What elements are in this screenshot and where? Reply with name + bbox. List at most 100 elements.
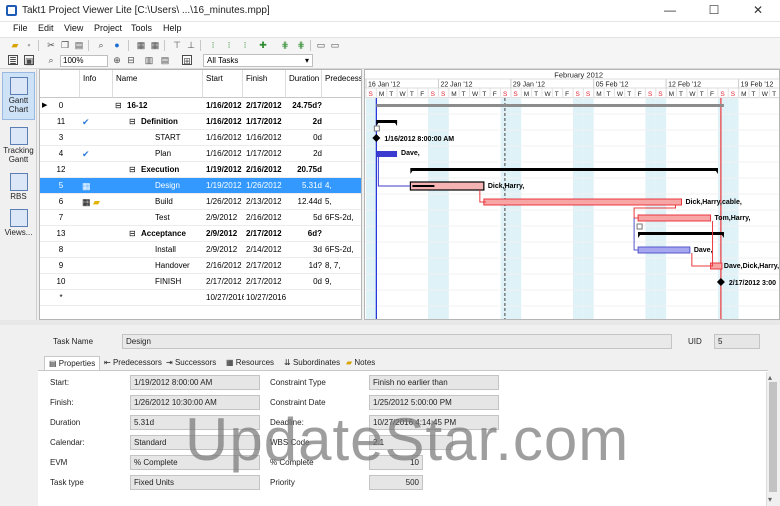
task-start: 1/16/2012 <box>206 149 242 158</box>
gantt-chart[interactable]: February 2012 16 Jan '12 22 Jan '12 29 Jan … <box>364 69 780 320</box>
zoom-icon[interactable]: ⌕ <box>46 55 56 65</box>
property-field[interactable]: 500 <box>369 475 423 490</box>
property-label: Calendar: <box>50 438 85 447</box>
row-id: 4 <box>58 149 64 158</box>
header-name[interactable]: Name <box>113 70 203 98</box>
table-row[interactable]: 6 ▦ ▰ Build 1/26/2012 2/13/2012 12.44d 5, <box>40 194 361 210</box>
filter-icon[interactable]: ⊞ <box>182 55 192 66</box>
minimize-button[interactable]: — <box>648 0 692 22</box>
menu-file[interactable]: File <box>13 23 28 33</box>
zoom-in-icon[interactable]: ⊕ <box>112 55 122 65</box>
task-start: 2/9/2012 <box>206 213 238 222</box>
table-row[interactable]: 9 Handover 2/16/2012 2/17/2012 1d? 8, 7, <box>40 258 361 274</box>
task-grid[interactable]: Info Name Start Finish Duration Predeces… <box>39 69 362 320</box>
outline-icon[interactable]: ⁝ <box>240 40 250 50</box>
paste-icon[interactable]: ▤ <box>74 40 84 50</box>
collapse-icon[interactable]: ⁝ <box>224 40 234 50</box>
header-predecessors[interactable]: Predecess <box>322 70 361 98</box>
tab-resources[interactable]: ▦ Resources <box>222 356 278 370</box>
scrollbar-thumb[interactable] <box>769 382 777 492</box>
scroll-up-icon[interactable]: ▴ <box>768 373 772 382</box>
day-label: S <box>369 91 374 98</box>
task-predecessors <box>325 130 361 146</box>
task-duration: 24.75d? <box>292 101 322 110</box>
task-name-field[interactable]: Design <box>122 334 672 349</box>
grid-view-icon[interactable]: ≣ <box>8 55 18 66</box>
table-row[interactable]: 8 Install 2/9/2012 2/14/2012 3d 6FS-2d, <box>40 242 361 258</box>
detail-view-icon[interactable]: ▣ <box>24 55 34 66</box>
indent-icon[interactable]: ▦ <box>136 40 146 50</box>
tab-predecessors[interactable]: ⇤ Predecessors <box>100 356 166 370</box>
task-finish: 1/26/2012 <box>246 181 282 190</box>
resources-icon: ▦ <box>226 358 236 367</box>
header-start[interactable]: Start <box>203 70 243 98</box>
table-row[interactable]: 11 ✔ ⊟ Definition 1/16/2012 1/17/2012 2d <box>40 114 361 130</box>
align-top-icon[interactable]: ⊤ <box>172 40 182 50</box>
outdent-icon[interactable]: ▦ <box>150 40 160 50</box>
view-tracking-gantt[interactable]: Tracking Gantt <box>2 125 35 169</box>
property-field[interactable]: Fixed Units <box>130 475 260 490</box>
align-bottom-icon[interactable]: ⊥ <box>186 40 196 50</box>
zoom-out-icon[interactable]: ⊟ <box>126 55 136 65</box>
header-duration[interactable]: Duration <box>286 70 322 98</box>
filter-select[interactable]: All Tasks ▾ <box>203 54 313 67</box>
tab-successors[interactable]: ⇥ Successors <box>162 356 220 370</box>
help-icon[interactable]: ● <box>112 40 122 50</box>
check-icon: ✔ <box>82 149 90 159</box>
table-row[interactable]: 5 ▦ Design 1/19/2012 1/26/2012 5.31d 4, <box>40 178 361 194</box>
copy-icon[interactable]: ❐ <box>60 40 70 50</box>
save-icon[interactable]: ▪ <box>24 40 34 50</box>
table-row[interactable]: 10 FINISH 2/17/2012 2/17/2012 0d 9, <box>40 274 361 290</box>
find-icon[interactable]: ⌕ <box>96 40 106 50</box>
tab-notes[interactable]: ▰ Notes <box>342 356 379 370</box>
task-finish: 1/17/2012 <box>246 117 282 126</box>
tab-subordinates[interactable]: ⇊ Subordinates <box>280 356 344 370</box>
scroll-to-task-icon[interactable]: ⋕ <box>280 40 290 50</box>
cut-icon[interactable]: ✂ <box>46 40 56 50</box>
timescale-zoom-icon[interactable]: ▭ <box>330 40 340 50</box>
property-label: Constraint Type <box>270 378 326 387</box>
nonworking-day <box>655 98 667 319</box>
task-duration: 3d <box>313 245 322 254</box>
layout-icon[interactable]: ▥ <box>144 55 154 65</box>
split-icon[interactable]: ▤ <box>160 55 170 65</box>
goto-icon[interactable]: ⋕ <box>296 40 306 50</box>
uid-field[interactable]: 5 <box>714 334 760 349</box>
gantt-chart-icon <box>9 77 28 95</box>
table-row[interactable]: 7 Test 2/9/2012 2/16/2012 5d 6FS-2d, <box>40 210 361 226</box>
timescale-icon[interactable]: ▭ <box>316 40 326 50</box>
menu-project[interactable]: Project <box>94 23 122 33</box>
menu-help[interactable]: Help <box>163 23 182 33</box>
property-field[interactable]: Finish no earlier than <box>369 375 499 390</box>
task-name <box>127 290 207 306</box>
property-field[interactable]: 1/19/2012 8:00:00 AM <box>130 375 260 390</box>
collapse-icon: ⊟ <box>129 165 136 174</box>
header-info[interactable]: Info <box>80 70 113 98</box>
expand-icon[interactable]: ⁝ <box>208 40 218 50</box>
table-row[interactable]: 0 ▶ ⊟ 16-12 1/16/2012 2/17/2012 24.75d? <box>40 98 361 114</box>
table-row[interactable]: 12 ⊟ Execution 1/19/2012 2/16/2012 20.75d <box>40 162 361 178</box>
collapse-icon: ⊟ <box>129 117 136 126</box>
view-more[interactable]: Views... <box>2 209 35 241</box>
table-row[interactable]: 13 ⊟ Acceptance 2/9/2012 2/17/2012 6d? <box>40 226 361 242</box>
table-row[interactable]: 4 ✔ Plan 1/16/2012 1/17/2012 2d <box>40 146 361 162</box>
view-gantt-chart[interactable]: Gantt Chart <box>2 72 35 120</box>
menu-tools[interactable]: Tools <box>131 23 152 33</box>
header-finish[interactable]: Finish <box>243 70 286 98</box>
zoom-select[interactable]: 100% <box>60 55 108 67</box>
open-icon[interactable]: ▰ <box>10 40 20 50</box>
menu-edit[interactable]: Edit <box>38 23 54 33</box>
menu-view[interactable]: View <box>64 23 83 33</box>
table-row[interactable]: 3 START 1/16/2012 1/16/2012 0d <box>40 130 361 146</box>
view-rbs[interactable]: RBS <box>2 173 35 205</box>
table-row[interactable]: * 10/27/2016 10/27/2016 <box>40 290 361 306</box>
close-button[interactable]: ✕ <box>736 0 780 22</box>
summary-bar <box>410 168 718 171</box>
scroll-down-icon[interactable]: ▾ <box>768 495 772 504</box>
maximize-button[interactable]: ☐ <box>692 0 736 22</box>
day-label: S <box>503 91 508 98</box>
show-level-icon[interactable]: ✚ <box>258 40 268 50</box>
task-finish: 2/17/2012 <box>246 261 282 270</box>
tab-properties[interactable]: ▤ Properties <box>44 356 101 370</box>
day-label: S <box>576 91 581 98</box>
